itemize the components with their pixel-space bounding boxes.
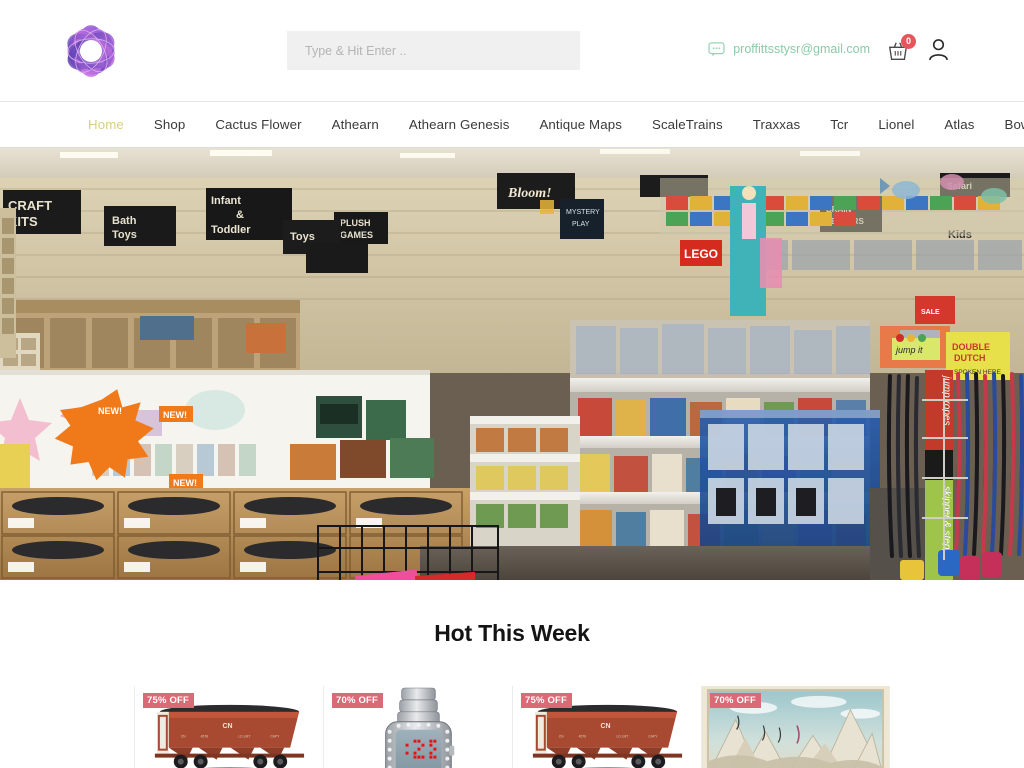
site-header: proffittsstysr@gmail.com 0	[0, 0, 1024, 101]
svg-text:Bloom!: Bloom!	[507, 186, 552, 201]
nav-item-tcr[interactable]: Tcr	[830, 117, 848, 132]
svg-text:CN: CN	[601, 723, 611, 730]
brand-logo-icon	[67, 24, 115, 77]
svg-text:CAPY: CAPY	[270, 735, 280, 739]
nav-item-athearn[interactable]: Athearn	[332, 117, 379, 132]
svg-text:CN: CN	[559, 735, 564, 739]
svg-text:Toddler: Toddler	[211, 224, 251, 236]
svg-text:NEW!: NEW!	[173, 478, 197, 488]
discount-badge: 70% OFF	[332, 693, 384, 708]
nav-item-scaletrains[interactable]: ScaleTrains	[652, 117, 723, 132]
svg-text:4578: 4578	[201, 735, 209, 739]
svg-text:Infant: Infant	[211, 195, 241, 207]
cart-count-badge: 0	[901, 34, 916, 49]
nav-item-traxxas[interactable]: Traxxas	[753, 117, 801, 132]
cart-button[interactable]: 0	[887, 34, 916, 62]
svg-text:NEW!: NEW!	[163, 410, 187, 420]
svg-text:NEW!: NEW!	[98, 406, 122, 416]
svg-text:CAPY: CAPY	[648, 735, 658, 739]
svg-text:CN: CN	[181, 735, 186, 739]
product-card[interactable]: 70% OFF	[701, 686, 890, 768]
svg-text:LD LMT: LD LMT	[238, 735, 250, 739]
user-account-icon	[929, 38, 948, 60]
svg-text:SALE: SALE	[921, 309, 940, 316]
nav-item-antique-maps[interactable]: Antique Maps	[539, 117, 622, 132]
contact-email-text: proffittsstysr@gmail.com	[733, 42, 870, 56]
section-title: Hot This Week	[434, 620, 590, 646]
svg-text:Toys: Toys	[290, 231, 315, 243]
nav-item-atlas[interactable]: Atlas	[944, 117, 974, 132]
discount-badge: 75% OFF	[143, 693, 195, 708]
svg-text:DUTCH: DUTCH	[954, 353, 986, 363]
product-card[interactable]: 70% OFF	[323, 686, 512, 768]
hero-banner[interactable]: CRAFT KITS Bath Toys Infant & Toddler PL…	[0, 148, 1024, 580]
chat-bubble-icon	[708, 41, 725, 56]
nav-item-lionel[interactable]: Lionel	[878, 117, 914, 132]
discount-badge: 75% OFF	[521, 693, 573, 708]
header-actions: proffittsstysr@gmail.com 0	[708, 34, 949, 62]
svg-text:Toys: Toys	[112, 229, 137, 241]
discount-badge: 70% OFF	[710, 693, 762, 708]
account-button[interactable]	[928, 38, 949, 61]
svg-text:&: &	[236, 209, 244, 221]
product-grid: CN CN 4578 LD LMT CAPY 75% OFF 70% OFF C…	[0, 686, 1024, 768]
svg-text:CN: CN	[223, 723, 233, 730]
search-input[interactable]	[287, 31, 580, 70]
svg-text:GAMES: GAMES	[340, 230, 373, 240]
nav-item-shop[interactable]: Shop	[154, 117, 185, 132]
nav-item-cactus-flower[interactable]: Cactus Flower	[215, 117, 301, 132]
nav-item-home[interactable]: Home	[88, 117, 124, 132]
svg-text:DOUBLE: DOUBLE	[952, 342, 990, 352]
svg-text:LD LMT: LD LMT	[616, 735, 628, 739]
contact-email-link[interactable]: proffittsstysr@gmail.com	[708, 41, 870, 57]
svg-text:MYSTERY: MYSTERY	[566, 209, 600, 216]
svg-text:4578: 4578	[579, 735, 587, 739]
svg-text:PLUSH: PLUSH	[340, 218, 371, 228]
hero-store-interior-image: CRAFT KITS Bath Toys Infant & Toddler PL…	[0, 148, 1024, 580]
svg-text:Bath: Bath	[112, 215, 137, 227]
product-card[interactable]: CN CN 4578 LD LMT CAPY 75% OFF	[134, 686, 323, 768]
nav-item-bowser[interactable]: Bowser	[1004, 117, 1024, 132]
svg-text:jump it: jump it	[895, 345, 923, 355]
hot-this-week-section: Hot This Week CN CN 4578 LD LMT CAPY 75% O…	[0, 580, 1024, 768]
svg-text:LEGO: LEGO	[684, 247, 718, 261]
product-card[interactable]: CN CN 4578 LD LMT CAPY 75% OFF	[512, 686, 701, 768]
main-navigation: Home Shop Cactus Flower Athearn Athearn Gene…	[0, 101, 1024, 148]
nav-item-athearn-genesis[interactable]: Athearn Genesis	[409, 117, 510, 132]
brand-logo[interactable]	[62, 22, 192, 80]
svg-text:PLAY: PLAY	[572, 221, 590, 228]
